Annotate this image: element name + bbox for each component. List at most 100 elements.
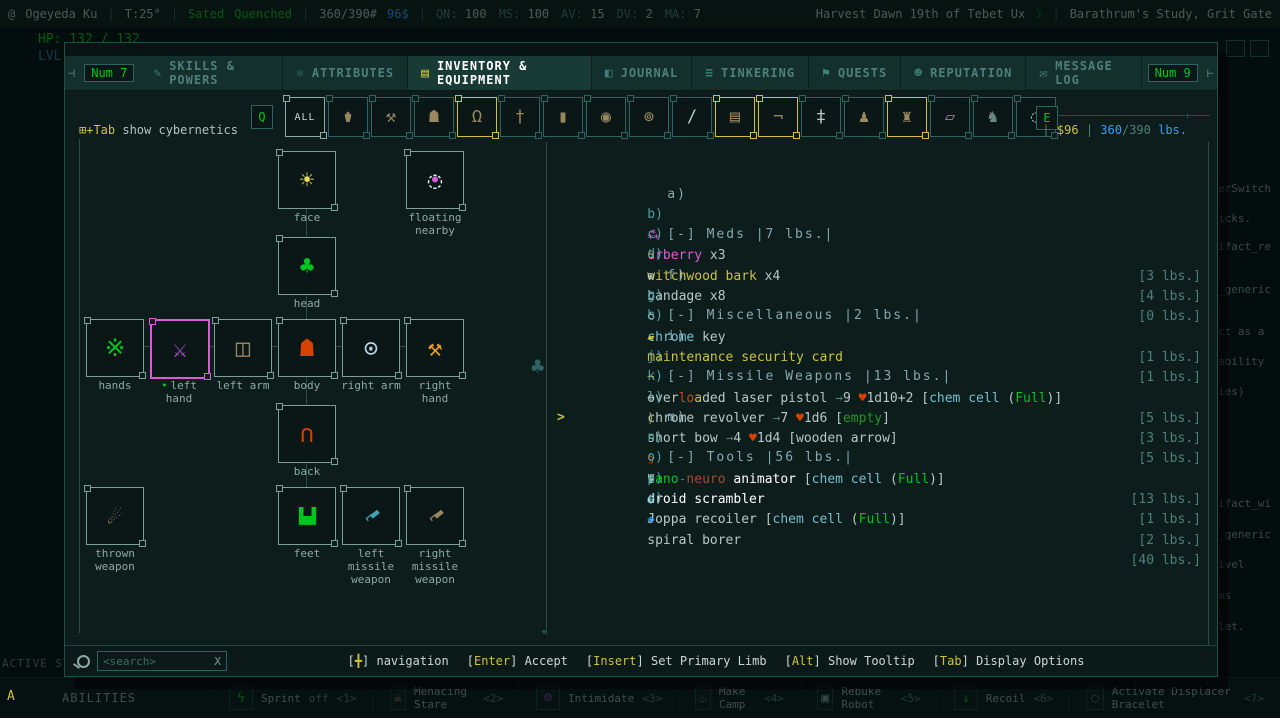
tab-label: TINKERING [721, 66, 796, 80]
key-hint: [╋] navigation [347, 654, 449, 668]
slot-label: back [293, 465, 321, 478]
tab-icon: ✉ [1039, 65, 1049, 81]
filter-tablet-icon[interactable]: ▱ [928, 95, 972, 139]
slot-glyph: ☗ [299, 334, 315, 362]
search-clear-button[interactable]: X [214, 655, 221, 668]
slot-right-hand[interactable]: ⚒ right hand [404, 317, 466, 405]
tab-icon: ⚑ [822, 65, 831, 81]
slot-face[interactable]: ☀ face [276, 149, 338, 224]
slot-feet[interactable]: ▙▟ feet [276, 485, 338, 560]
inventory-list: a) [-] Meds |7 lbs.| b) ⁂ urberry x3 [3 … [557, 144, 1205, 568]
slot-head[interactable]: ♣ head [276, 235, 338, 310]
tab-icon: ≡ [705, 65, 715, 81]
tab-nav-left-icon[interactable]: ⊣ [65, 56, 78, 90]
filter-axe-icon[interactable]: ⚒ [369, 95, 413, 139]
inventory-row[interactable]: f) [-] Miscellaneous |2 lbs.| [559, 225, 1205, 324]
filter-robe-icon[interactable]: ♟ [842, 95, 886, 139]
cycle-left-key[interactable]: Q [251, 105, 273, 129]
key-hint: [Enter] Accept [466, 654, 568, 668]
filter-armor-icon[interactable]: ☗ [412, 95, 456, 139]
filter-glyph: ▤ [729, 107, 741, 127]
slot-thrown-weapon[interactable]: ☄ thrown weapon [84, 485, 146, 573]
filter-glyph: ⚱ [342, 107, 354, 127]
filter-dagger-icon[interactable]: † [498, 95, 542, 139]
item-weight: [40 lbs.] [1130, 552, 1201, 568]
slot-left-hand[interactable]: ⚔ • left hand [149, 318, 211, 405]
inventory-row[interactable]: a) [-] Meds |7 lbs.| [559, 144, 1205, 243]
tab-skills-powers[interactable]: ✎ SKILLS & POWERS [140, 56, 284, 90]
hint-key: Insert [593, 654, 637, 668]
inventory-row[interactable]: p) ◎ Joppa recoiler [chem cell (Full)] [… [559, 428, 1205, 548]
filter-waterskin-icon[interactable]: ⚱ [326, 95, 370, 139]
filter-glyph: Ω [471, 107, 483, 127]
inventory-row[interactable]: b) ⁂ urberry x3 [3 lbs.] [559, 164, 1205, 284]
filter-wand-icon[interactable]: / [670, 95, 714, 139]
tab-attributes[interactable]: ⚛ ATTRIBUTES [283, 56, 409, 90]
slot-right-arm[interactable]: ⊙ right arm [340, 317, 402, 392]
tab-message-log[interactable]: ✉ MESSAGE LOG [1026, 56, 1142, 90]
row-hotkey-letter: p) [647, 470, 663, 486]
abilities-hotkey: A [7, 689, 15, 704]
slot-left-missile-weapon[interactable]: ⌐▬ left missile weapon [340, 485, 402, 586]
divider-leaf-decoration: ♣ [531, 355, 545, 380]
tab-hotkey-left-badge: Num 7 [84, 64, 135, 82]
tab-nav-right-icon[interactable]: ⊢ [1204, 56, 1217, 90]
inventory-equipment-window: ⊣ Num 7 ✎ SKILLS & POWERS ⚛ ATTRIBUTES ▤… [64, 42, 1218, 677]
tab-icon: ☻ [914, 65, 924, 81]
slot-glyph: ⊙ [363, 334, 379, 362]
panel-divider-right [1208, 142, 1209, 646]
filter-satchel-icon[interactable]: ▤ [713, 95, 757, 139]
slot-glyph: ※ [104, 334, 126, 362]
decor-line [1057, 113, 1210, 118]
tab-inventory-equipment[interactable]: ▤ INVENTORY & EQUIPMENT [408, 56, 592, 90]
inventory-row[interactable]: i) [-] Missile Weapons |13 lbs.| [559, 286, 1205, 385]
filter-glyph: ⌐ [772, 107, 784, 127]
filter-all[interactable]: ALL [283, 95, 327, 139]
filter-boots-icon[interactable]: ♞ [971, 95, 1015, 139]
filter-pistol-icon[interactable]: ⌐ [756, 95, 800, 139]
tab-reputation[interactable]: ☻ REPUTATION [901, 56, 1027, 90]
slot-left-arm[interactable]: ◫ left arm [212, 317, 274, 392]
filter-coin-icon[interactable]: ◉ [584, 95, 628, 139]
inventory-row[interactable]: k) ⌐ chrome revolver →7 ♥1d6 [empty] [3 … [559, 327, 1205, 446]
filter-all-label: ALL [294, 111, 316, 123]
inventory-row[interactable]: > n) § nano-neuro animator [chem cell (F… [557, 388, 1205, 507]
panel-divider-center [546, 142, 547, 635]
inventory-row[interactable]: h) ▰ maintenance security card [1 lbs.] [559, 266, 1205, 385]
slot-floating-nearby[interactable]: ◌ ● floating nearby [404, 149, 466, 237]
filter-grenade-icon[interactable]: ⊚ [627, 95, 671, 139]
tab-journal[interactable]: ◧ JOURNAL [592, 56, 693, 90]
item-name: spiral borer [647, 532, 742, 548]
filter-hookah-icon[interactable]: ♜ [885, 95, 929, 139]
slot-label: thrown weapon [95, 547, 135, 573]
slot-hands[interactable]: ※ hands [84, 317, 146, 392]
inventory-row[interactable]: c) ϟ witchwood bark x4 [4 lbs.] [559, 185, 1205, 304]
slot-body[interactable]: ☗ body [276, 317, 338, 392]
tab-icon: ✎ [153, 65, 163, 81]
tab-icon: ▤ [421, 65, 430, 81]
inventory-row[interactable]: o) Ψ droid scrambler [1 lbs.] [559, 408, 1205, 527]
filter-sword-icon[interactable]: ‡ [799, 95, 843, 139]
inventory-row[interactable]: l) ) short bow →4 ♥1d4 [wooden arrow] [5… [559, 347, 1205, 467]
inventory-row[interactable]: d) ⊚ bandage x8 [0 lbs.] [559, 205, 1205, 324]
search-input[interactable]: <search> X [97, 651, 227, 671]
hint-label: navigation [376, 654, 449, 668]
slot-back[interactable]: ∩ back [276, 403, 338, 478]
weight-max: /390 [1121, 123, 1151, 137]
filter-ammo-icon[interactable]: ▮ [541, 95, 585, 139]
inventory-row[interactable]: g) σ chrome key [1 lbs.] [559, 245, 1205, 365]
hint-label: Set Primary Limb [650, 654, 767, 668]
row-hotkey-letter: r) [647, 491, 663, 507]
tab-quests[interactable]: ⚑ QUESTS [809, 56, 902, 90]
cybernetics-key: ⊞+Tab [79, 123, 116, 137]
inventory-row[interactable]: r) ◈ spiral borer [40 lbs.] [559, 448, 1205, 568]
item-name: nano-neuro animator [chem cell (Full)] [647, 471, 945, 487]
inventory-row[interactable]: j) ⌐ overloaded laser pistol →9 ♥1d10+2 … [559, 306, 1205, 426]
filter-shackles-icon[interactable]: Ω [455, 95, 499, 139]
tab-tinkering[interactable]: ≡ TINKERING [692, 56, 810, 90]
inventory-row[interactable]: m) [-] Tools |56 lbs.| [559, 367, 1205, 466]
filter-glyph: ▮ [557, 107, 569, 127]
slot-right-missile-weapon[interactable]: ⌐▬ right missile weapon [404, 485, 466, 586]
slot-glyph: ♣ [299, 252, 315, 280]
item-weight: [1 lbs.] [1138, 512, 1201, 528]
